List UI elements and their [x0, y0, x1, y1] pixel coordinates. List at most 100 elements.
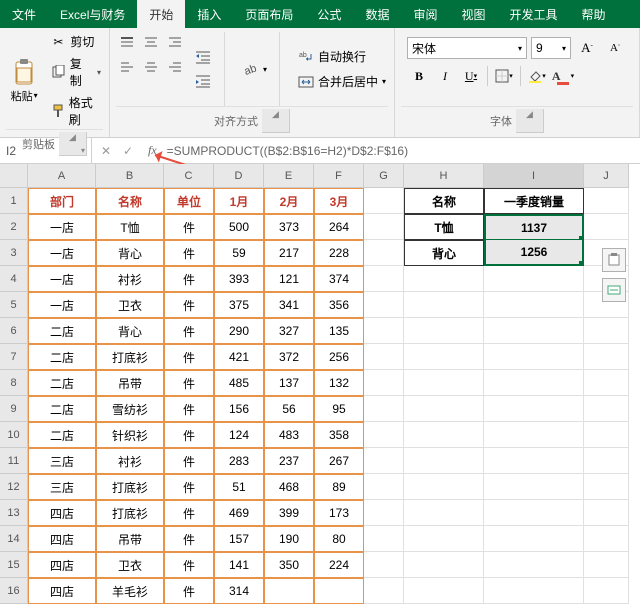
formula-input[interactable]: =SUMPRODUCT((B$2:B$16=H2)*D$2:F$16)	[163, 144, 640, 158]
tab-home[interactable]: 开始	[137, 0, 185, 28]
cell[interactable]	[364, 188, 404, 214]
cell[interactable]	[484, 266, 584, 292]
cell[interactable]: 一店	[28, 240, 96, 266]
dialog-launcher-icon[interactable]: ◢	[262, 109, 290, 133]
tab-file[interactable]: 文件	[0, 0, 48, 28]
cell[interactable]: 373	[264, 214, 314, 240]
cell[interactable]: 267	[314, 448, 364, 474]
cell[interactable]	[404, 448, 484, 474]
cell[interactable]	[364, 240, 404, 266]
cell[interactable]: 190	[264, 526, 314, 552]
column-header[interactable]: C	[164, 164, 214, 188]
cell[interactable]	[484, 448, 584, 474]
cell[interactable]: 件	[164, 344, 214, 370]
cell[interactable]	[584, 448, 629, 474]
cell[interactable]: 件	[164, 214, 214, 240]
fill-handle[interactable]	[579, 261, 584, 266]
cell[interactable]: 137	[264, 370, 314, 396]
cell[interactable]: 背心	[404, 240, 484, 266]
font-color-button[interactable]: A▾	[551, 64, 575, 88]
cell[interactable]: 打底衫	[96, 344, 164, 370]
cell[interactable]	[404, 526, 484, 552]
cell[interactable]: 393	[214, 266, 264, 292]
row-header[interactable]: 10	[0, 422, 28, 448]
decrease-font-button[interactable]: Aˇ	[603, 36, 627, 60]
tab-excel-finance[interactable]: Excel与财务	[48, 0, 137, 28]
cell[interactable]: 80	[314, 526, 364, 552]
cell[interactable]	[404, 422, 484, 448]
align-bottom-center[interactable]	[140, 56, 162, 78]
cell[interactable]: 件	[164, 396, 214, 422]
cell[interactable]	[584, 474, 629, 500]
cell[interactable]: 56	[264, 396, 314, 422]
cell[interactable]	[484, 500, 584, 526]
cell[interactable]	[364, 318, 404, 344]
cell[interactable]	[364, 422, 404, 448]
cell[interactable]	[364, 526, 404, 552]
cell[interactable]: 件	[164, 526, 214, 552]
cell[interactable]	[404, 318, 484, 344]
cell[interactable]: 二店	[28, 344, 96, 370]
row-header[interactable]: 12	[0, 474, 28, 500]
paste-button[interactable]: 粘贴▾	[6, 32, 42, 129]
cell[interactable]	[484, 526, 584, 552]
cell[interactable]: 1256	[484, 240, 584, 266]
name-box[interactable]: I2▾	[0, 138, 92, 163]
cell[interactable]: 件	[164, 266, 214, 292]
cell[interactable]: 375	[214, 292, 264, 318]
autofill-options-button[interactable]	[602, 278, 626, 302]
cell[interactable]: 356	[314, 292, 364, 318]
bold-button[interactable]: B	[407, 64, 431, 88]
cell[interactable]	[484, 578, 584, 604]
cell[interactable]: 件	[164, 448, 214, 474]
cell[interactable]: 228	[314, 240, 364, 266]
cell[interactable]: 350	[264, 552, 314, 578]
cell[interactable]: 二店	[28, 370, 96, 396]
cell[interactable]: 51	[214, 474, 264, 500]
cell[interactable]: 打底衫	[96, 474, 164, 500]
cell[interactable]: 卫衣	[96, 552, 164, 578]
row-header[interactable]: 3	[0, 240, 28, 266]
cell[interactable]	[364, 552, 404, 578]
cell[interactable]	[404, 370, 484, 396]
cell[interactable]: 399	[264, 500, 314, 526]
cell[interactable]: T恤	[404, 214, 484, 240]
cell[interactable]	[584, 318, 629, 344]
cell[interactable]	[484, 370, 584, 396]
cell[interactable]: 217	[264, 240, 314, 266]
increase-font-button[interactable]: Aˆ	[575, 36, 599, 60]
cell[interactable]	[584, 370, 629, 396]
fill-color-button[interactable]: ▾	[525, 64, 549, 88]
cell[interactable]: T恤	[96, 214, 164, 240]
tab-review[interactable]: 审阅	[401, 0, 449, 28]
copy-button[interactable]: 复制▾	[48, 54, 103, 90]
cell[interactable]: 256	[314, 344, 364, 370]
column-header[interactable]: H	[404, 164, 484, 188]
cell[interactable]	[584, 214, 629, 240]
cell[interactable]	[404, 578, 484, 604]
cell[interactable]: 1月	[214, 188, 264, 214]
underline-button[interactable]: U▾	[459, 64, 483, 88]
cell[interactable]: 四店	[28, 500, 96, 526]
align-bottom-right[interactable]	[164, 56, 186, 78]
cell[interactable]: 一店	[28, 266, 96, 292]
tab-help[interactable]: 帮助	[570, 0, 618, 28]
cell[interactable]	[404, 500, 484, 526]
cell[interactable]: 290	[214, 318, 264, 344]
cell[interactable]	[484, 344, 584, 370]
cell[interactable]	[404, 266, 484, 292]
cell[interactable]: 卫衣	[96, 292, 164, 318]
cell[interactable]	[484, 552, 584, 578]
cell[interactable]: 衬衫	[96, 448, 164, 474]
increase-indent-button[interactable]	[192, 70, 214, 92]
cell[interactable]	[364, 396, 404, 422]
confirm-formula-icon[interactable]: ✓	[118, 144, 138, 158]
row-header[interactable]: 7	[0, 344, 28, 370]
cell[interactable]	[584, 396, 629, 422]
cell[interactable]: 吊带	[96, 526, 164, 552]
tab-page-layout[interactable]: 页面布局	[233, 0, 305, 28]
align-top-center[interactable]	[140, 32, 162, 54]
cell[interactable]: 二店	[28, 422, 96, 448]
cell[interactable]	[364, 214, 404, 240]
cell[interactable]	[584, 422, 629, 448]
